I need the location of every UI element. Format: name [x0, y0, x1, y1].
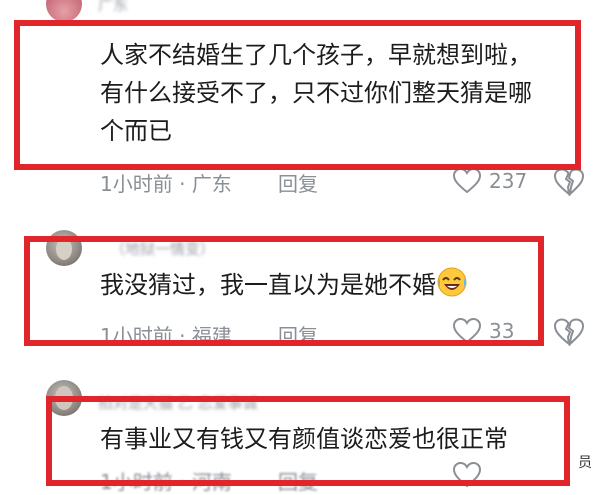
like-button[interactable]	[453, 462, 481, 488]
separator: ·	[179, 172, 186, 196]
username[interactable]: 广东	[98, 0, 128, 15]
timestamp: 1小时前	[100, 324, 173, 348]
comment-line: 有事业又有钱又有颜值谈恋爱也很正常	[100, 425, 508, 453]
separator: ·	[179, 324, 186, 348]
username[interactable]: （地狱一情变）	[110, 238, 215, 259]
broken-heart-icon[interactable]	[553, 318, 585, 346]
like-count: 33	[489, 319, 515, 343]
comment-meta: 1小时前 · 河南	[100, 466, 232, 495]
comment-text: 有事业又有钱又有颜值谈恋爱也很正常	[100, 420, 508, 458]
avatar[interactable]	[46, 380, 82, 416]
heart-icon	[453, 318, 481, 344]
comment-text: 我没猜过，我一直以为是她不婚	[100, 266, 468, 309]
comment-meta: 1小时前 · 福建	[100, 320, 232, 349]
broken-heart-icon[interactable]	[553, 168, 585, 196]
comment-line: 个而已	[100, 117, 172, 145]
comment-line: 人家不结婚生了几个孩子，早就想到啦，	[100, 41, 532, 69]
location: 广东	[191, 172, 232, 196]
comment-meta: 1小时前 · 广东	[100, 168, 232, 197]
avatar-face	[56, 238, 72, 260]
avatar-face	[55, 386, 73, 410]
comment-text: 人家不结婚生了几个孩子，早就想到啦， 有什么接受不了，只不过你们整天猜是哪 个而…	[100, 36, 532, 150]
separator: ·	[179, 470, 186, 494]
username[interactable]: 拍对是天猫 乙 恋爱事诚	[98, 392, 258, 413]
location: 福建	[191, 324, 232, 348]
timestamp: 1小时前	[100, 470, 173, 494]
avatar[interactable]	[46, 0, 82, 22]
timestamp: 1小时前	[100, 172, 173, 196]
heart-icon	[453, 462, 481, 488]
comment-line: 我没猜过，我一直以为是她不婚	[100, 271, 436, 299]
edge-watermark-char: 员	[578, 455, 592, 471]
heart-icon	[453, 168, 481, 194]
avatar[interactable]	[46, 230, 82, 266]
rofl-emoji-icon	[436, 266, 468, 309]
like-button[interactable]: 33	[453, 318, 514, 344]
reply-button[interactable]: 回复	[278, 466, 318, 495]
location: 河南	[191, 470, 232, 494]
comment-line: 有什么接受不了，只不过你们整天猜是哪	[100, 79, 532, 107]
like-button[interactable]: 237	[453, 168, 527, 194]
like-count: 237	[489, 169, 528, 193]
reply-button[interactable]: 回复	[278, 168, 318, 197]
reply-button[interactable]: 回复	[278, 320, 318, 349]
